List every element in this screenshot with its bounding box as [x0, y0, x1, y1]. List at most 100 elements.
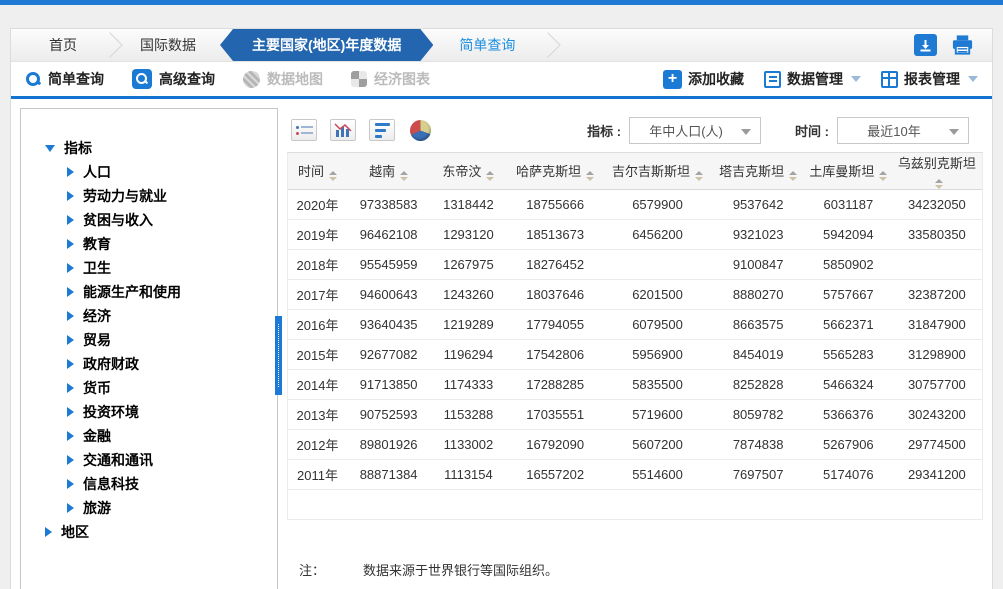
- table-row: 2013年90752593115328817035551571960080597…: [288, 400, 982, 430]
- add-favorite-button[interactable]: + 添加收藏: [663, 69, 744, 89]
- view-column-chart-button[interactable]: [330, 119, 356, 141]
- tree-item[interactable]: 人口: [67, 160, 277, 184]
- sort-icon[interactable]: [400, 171, 408, 181]
- column-header[interactable]: 东帝汶: [430, 153, 506, 190]
- table-cell: [604, 250, 712, 280]
- view-list-button[interactable]: [291, 119, 317, 141]
- sort-icon[interactable]: [879, 171, 887, 181]
- tree-item[interactable]: 投资环境: [67, 400, 277, 424]
- expand-arrow-icon[interactable]: [67, 479, 74, 489]
- sort-icon[interactable]: [789, 171, 797, 181]
- column-chart-icon: [333, 122, 353, 138]
- sort-icon[interactable]: [586, 171, 594, 181]
- data-management-menu[interactable]: 数据管理: [764, 69, 861, 89]
- expand-arrow-icon[interactable]: [67, 311, 74, 321]
- table-row: 2018年95545959126797518276452910084758509…: [288, 250, 982, 280]
- tree-item[interactable]: 劳动力与就业: [67, 184, 277, 208]
- column-header[interactable]: 哈萨克斯坦: [507, 153, 604, 190]
- expand-arrow-icon[interactable]: [67, 383, 74, 393]
- table-cell: 2015年: [288, 340, 347, 370]
- expand-arrow-icon[interactable]: [67, 167, 74, 177]
- toolbar: 简单查询 高级查询 数据地图 经济图表 + 添加收藏 数据管理: [11, 62, 992, 96]
- table-cell: 1174333: [430, 370, 506, 400]
- download-icon: [919, 39, 932, 52]
- tree-item[interactable]: 旅游: [67, 496, 277, 520]
- content: 指标 人口劳动力与就业贫困与收入教育卫生能源生产和使用经济贸易政府财政货币投资环…: [11, 99, 992, 589]
- column-header[interactable]: 吉尔吉斯斯坦: [604, 153, 712, 190]
- expand-arrow-icon[interactable]: [67, 407, 74, 417]
- expand-arrow-icon[interactable]: [67, 431, 74, 441]
- expand-arrow-icon[interactable]: [45, 527, 52, 537]
- breadcrumb-simple-query[interactable]: 简单查询: [433, 29, 541, 61]
- sort-icon[interactable]: [329, 171, 337, 181]
- tree-item[interactable]: 金融: [67, 424, 277, 448]
- tree-root-indicators[interactable]: 指标: [45, 136, 277, 160]
- collapse-arrow-icon[interactable]: [45, 145, 55, 152]
- indicator-select[interactable]: 年中人口(人): [629, 117, 761, 144]
- table-cell: 5607200: [604, 430, 712, 460]
- table-cell: 2014年: [288, 370, 347, 400]
- expand-arrow-icon[interactable]: [67, 287, 74, 297]
- tree-item[interactable]: 教育: [67, 232, 277, 256]
- breadcrumb-annual-data-active[interactable]: 主要国家(地区)年度数据: [220, 29, 433, 61]
- expand-arrow-icon[interactable]: [67, 335, 74, 345]
- breadcrumb-international-data[interactable]: 国际数据: [114, 29, 222, 61]
- sidebar-collapse-handle[interactable]: [275, 316, 282, 395]
- window-actions: [914, 29, 992, 61]
- table-cell: 5174076: [805, 460, 892, 490]
- table-cell: 18755666: [507, 190, 604, 220]
- table-cell: 1133002: [430, 430, 506, 460]
- tree-item[interactable]: 卫生: [67, 256, 277, 280]
- tree-item[interactable]: 政府财政: [67, 352, 277, 376]
- breadcrumb-separator-icon: [103, 29, 114, 61]
- table-cell: 1243260: [430, 280, 506, 310]
- table-row: 2014年91713850117433317288285583550082528…: [288, 370, 982, 400]
- toolbar-economic-charts: 经济图表: [351, 69, 430, 89]
- table-cell: 33580350: [892, 220, 982, 250]
- expand-arrow-icon[interactable]: [67, 263, 74, 273]
- breadcrumb-home[interactable]: 首页: [23, 29, 103, 61]
- tree-item[interactable]: 贫困与收入: [67, 208, 277, 232]
- tree-item[interactable]: 能源生产和使用: [67, 280, 277, 304]
- expand-arrow-icon[interactable]: [67, 503, 74, 513]
- view-bar-chart-button[interactable]: [369, 119, 395, 141]
- download-button[interactable]: [914, 34, 937, 56]
- column-header[interactable]: 乌兹别克斯坦: [892, 153, 982, 190]
- tree-item[interactable]: 贸易: [67, 328, 277, 352]
- print-button[interactable]: [951, 34, 974, 56]
- tree-root-regions[interactable]: 地区: [45, 520, 277, 544]
- expand-arrow-icon[interactable]: [67, 215, 74, 225]
- sort-icon[interactable]: [935, 179, 943, 189]
- expand-arrow-icon[interactable]: [67, 359, 74, 369]
- tree-item[interactable]: 交通和通讯: [67, 448, 277, 472]
- expand-arrow-icon[interactable]: [67, 239, 74, 249]
- tree-item[interactable]: 信息科技: [67, 472, 277, 496]
- toolbar-simple-query[interactable]: 简单查询: [25, 69, 104, 89]
- sort-icon[interactable]: [695, 171, 703, 181]
- time-select[interactable]: 最近10年: [837, 117, 969, 144]
- expand-arrow-icon[interactable]: [67, 455, 74, 465]
- column-header[interactable]: 土库曼斯坦: [805, 153, 892, 190]
- expand-arrow-icon[interactable]: [67, 191, 74, 201]
- data-table: 时间越南东帝汶哈萨克斯坦吉尔吉斯斯坦塔吉克斯坦土库曼斯坦乌兹别克斯坦 2020年…: [288, 153, 982, 520]
- breadcrumb: 首页 国际数据 主要国家(地区)年度数据 简单查询: [11, 29, 992, 62]
- column-header[interactable]: 越南: [347, 153, 430, 190]
- toolbar-advanced-query[interactable]: 高级查询: [132, 69, 215, 89]
- report-management-menu[interactable]: 报表管理: [881, 69, 978, 89]
- view-pie-chart-button[interactable]: [408, 118, 432, 142]
- column-header[interactable]: 塔吉克斯坦: [711, 153, 805, 190]
- table-cell: 92677082: [347, 340, 430, 370]
- table-cell: 5719600: [604, 400, 712, 430]
- pie-chart-icon: [410, 120, 431, 141]
- sort-icon[interactable]: [486, 171, 494, 181]
- table-cell: 17794055: [507, 310, 604, 340]
- tree-item[interactable]: 货币: [67, 376, 277, 400]
- table-cell: 17542806: [507, 340, 604, 370]
- tree-item[interactable]: 经济: [67, 304, 277, 328]
- advanced-search-icon: [132, 69, 152, 89]
- table-row: 2017年94600643124326018037646620150088802…: [288, 280, 982, 310]
- table-cell: 5757667: [805, 280, 892, 310]
- table-cell: 5942094: [805, 220, 892, 250]
- table-cell: 1219289: [430, 310, 506, 340]
- column-header[interactable]: 时间: [288, 153, 347, 190]
